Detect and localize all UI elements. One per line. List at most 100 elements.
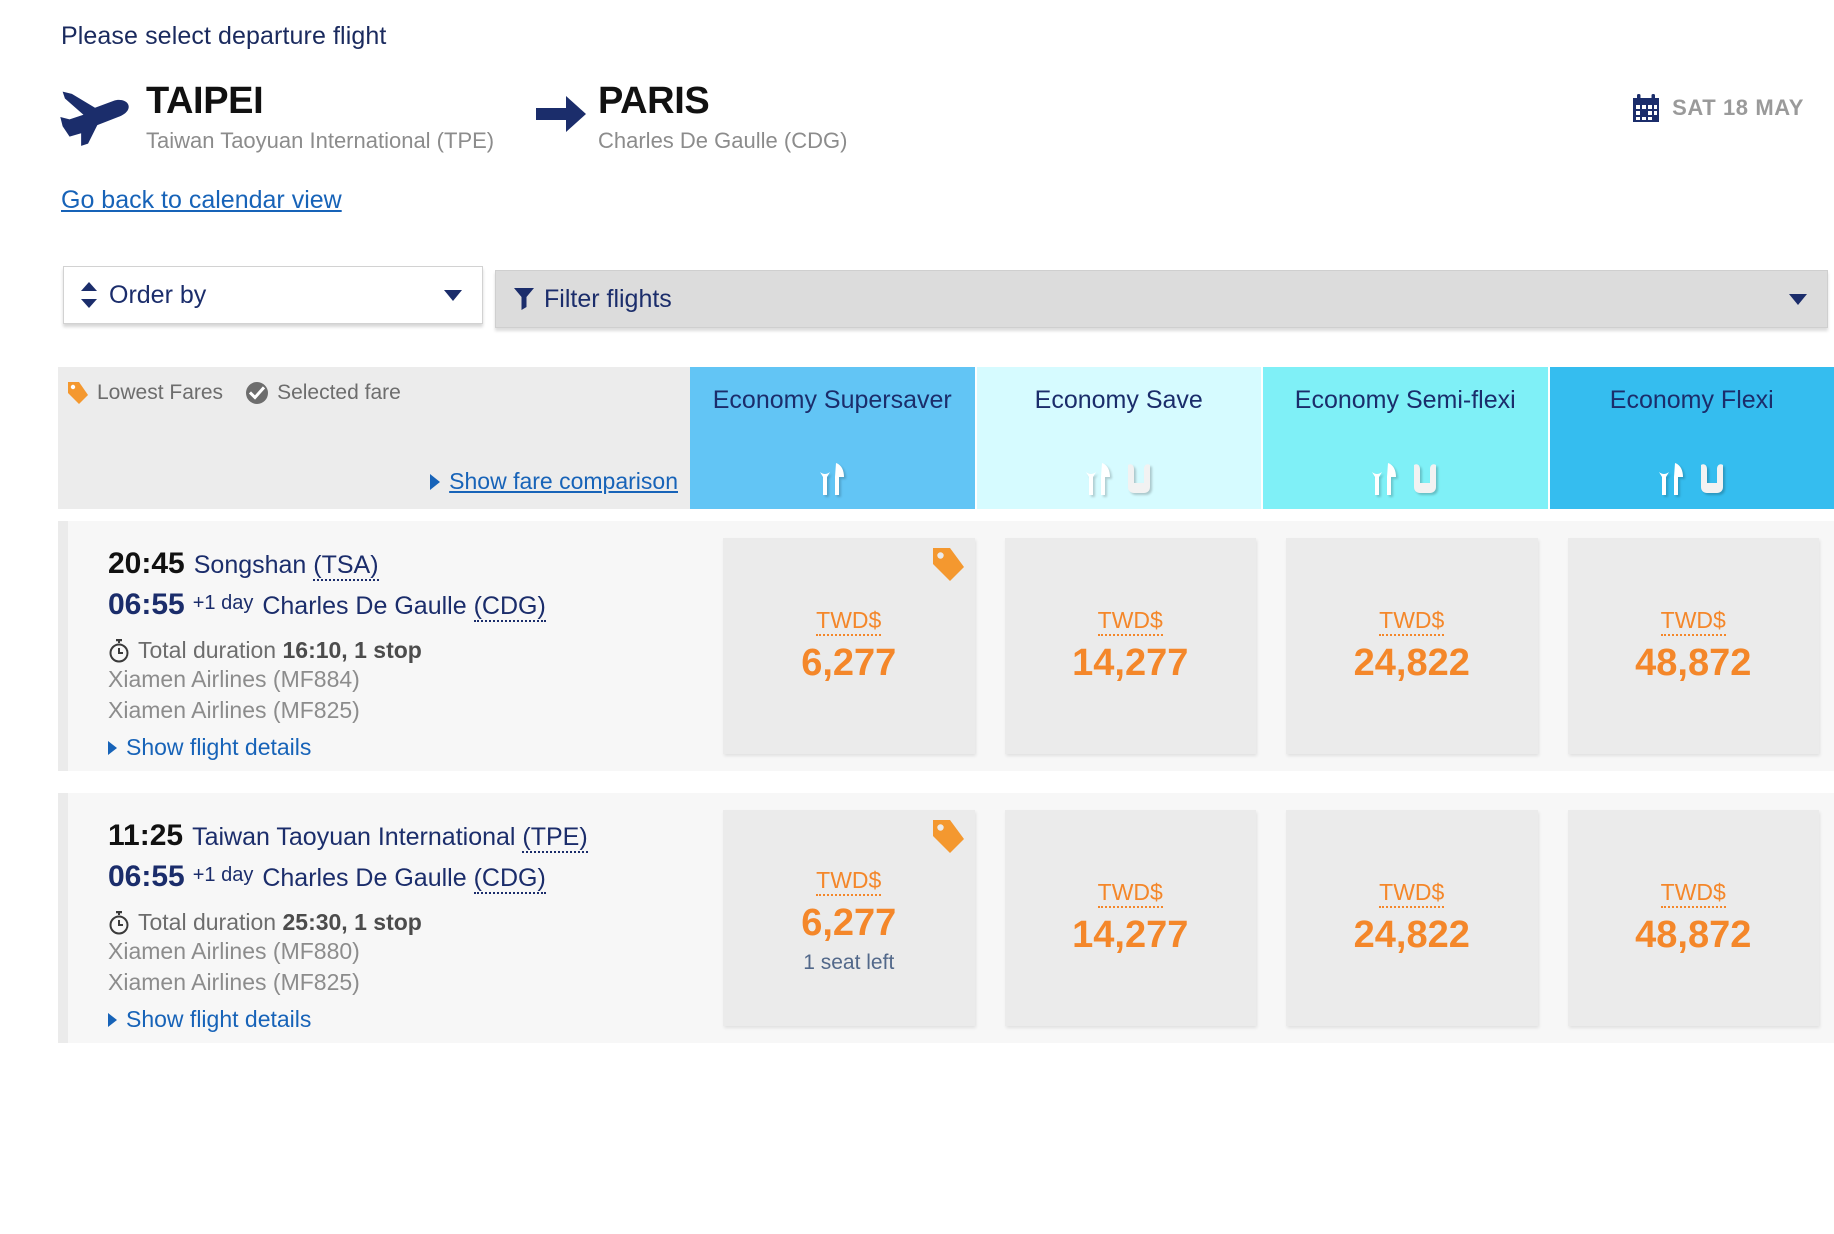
- destination-block: PARIS Charles De Gaulle (CDG): [598, 78, 847, 156]
- arrow-right-icon: [536, 94, 588, 134]
- carrier-line: Xiamen Airlines (MF825): [108, 969, 360, 995]
- fare-column-icons: [977, 463, 1262, 495]
- fare-column-icons: [690, 463, 975, 495]
- price-tag-icon: [931, 546, 965, 582]
- meal-icon: [1658, 463, 1684, 495]
- fare-price-cell-4[interactable]: TWD$ 48,872: [1567, 538, 1819, 754]
- seats-left-note: 1 seat left: [803, 951, 895, 974]
- origin-block: TAIPEI Taiwan Taoyuan International (TPE…: [146, 78, 494, 156]
- triangle-right-icon: [430, 473, 441, 490]
- travel-date: SAT 18 MAY: [1633, 94, 1804, 122]
- carrier-line: Xiamen Airlines (MF880): [108, 938, 360, 964]
- chevron-down-icon: [444, 289, 462, 301]
- duration-line: Total duration 16:10, 1 stop: [108, 637, 546, 664]
- price-amount: 48,872: [1635, 913, 1752, 956]
- departure-airport-code: (TSA): [313, 551, 379, 581]
- flight-info: 11:25 Taiwan Taoyuan International (TPE) 0…: [108, 815, 588, 1033]
- price-currency: TWD$: [1660, 878, 1726, 908]
- fare-price-cell-3[interactable]: TWD$ 24,822: [1286, 538, 1538, 754]
- fare-column-1[interactable]: Economy Supersaver: [690, 367, 975, 509]
- fare-column-title: Economy Semi-flexi: [1294, 386, 1516, 414]
- route-header: TAIPEI Taiwan Taoyuan International (TPE…: [58, 78, 1814, 168]
- destination-airport: Charles De Gaulle (CDG): [598, 128, 848, 153]
- fare-column-icons: [1550, 463, 1834, 495]
- fare-price-cell-1[interactable]: TWD$ 6,277 1 seat left: [723, 810, 975, 1026]
- departure-time: 11:25: [108, 819, 184, 852]
- back-to-calendar-link[interactable]: Go back to calendar view: [61, 186, 342, 215]
- filter-flights-label: Filter flights: [544, 284, 672, 313]
- price-amount: 48,872: [1635, 641, 1752, 684]
- legend-lowest-fares-label: Lowest Fares: [97, 381, 224, 404]
- price-amount: 24,822: [1353, 641, 1470, 684]
- fare-price-cell-4[interactable]: TWD$ 48,872: [1567, 810, 1819, 1026]
- fare-column-3[interactable]: Economy Semi-flexi: [1261, 367, 1548, 509]
- funnel-icon: [514, 288, 534, 310]
- price-currency: TWD$: [816, 606, 882, 636]
- fare-column-title: Economy Flexi: [1609, 386, 1774, 414]
- meal-icon: [1085, 463, 1111, 495]
- stopwatch-icon: [108, 910, 130, 935]
- price-currency: TWD$: [1660, 606, 1726, 636]
- price-currency: TWD$: [1379, 878, 1445, 908]
- show-flight-details-label: Show flight details: [126, 734, 312, 760]
- price-currency: TWD$: [1097, 606, 1163, 636]
- flight-row: 20:45 Songshan (TSA) 06:55 +1 day Charles De…: [58, 521, 1834, 771]
- fare-price-strip: TWD$ 6,277 1 seat left TWD$ 14,277 TWD$ 24,822…: [708, 793, 1834, 1043]
- price-currency: TWD$: [1379, 606, 1445, 636]
- departure-time: 20:45: [108, 547, 185, 580]
- destination-city: PARIS: [598, 80, 710, 122]
- arrival-airport-code: (CDG): [473, 864, 546, 894]
- fare-column-title: Economy Supersaver: [712, 386, 952, 414]
- arrival-airport: Charles De Gaulle (CDG): [262, 864, 546, 894]
- fare-legend: Lowest Fares Selected fare: [67, 381, 401, 405]
- triangle-right-icon: [108, 1012, 117, 1027]
- sort-updown-icon: [80, 282, 98, 308]
- arrival-leg: 06:55 +1 day Charles De Gaulle (CDG): [108, 584, 546, 625]
- flight-row: 11:25 Taiwan Taoyuan International (TPE) 0…: [58, 793, 1834, 1043]
- price-amount: 24,822: [1353, 913, 1470, 956]
- order-by-dropdown[interactable]: Order by: [63, 266, 483, 324]
- show-fare-comparison-link[interactable]: Show fare comparison: [430, 468, 678, 495]
- origin-city: TAIPEI: [146, 80, 264, 122]
- legend-selected-fare-label: Selected fare: [277, 381, 401, 404]
- fare-column-2[interactable]: Economy Save: [974, 367, 1262, 509]
- duration-line: Total duration 25:30, 1 stop: [108, 909, 588, 936]
- duration-text: Total duration 16:10, 1 stop: [138, 637, 422, 663]
- fare-price-cell-3[interactable]: TWD$ 24,822: [1286, 810, 1538, 1026]
- origin-airport: Taiwan Taoyuan International (TPE): [146, 128, 495, 153]
- show-flight-details-link[interactable]: Show flight details: [108, 1006, 588, 1033]
- price-tag-icon: [931, 818, 965, 854]
- fare-price-cell-2[interactable]: TWD$ 14,277: [1004, 810, 1256, 1026]
- fare-column-icons: [1263, 463, 1548, 495]
- show-flight-details-label: Show flight details: [126, 1006, 312, 1032]
- stopwatch-icon: [108, 638, 130, 663]
- price-currency: TWD$: [816, 866, 882, 896]
- fare-price-strip: TWD$ 6,277 TWD$ 14,277 TWD$ 24,822 TWD$ 48,872: [708, 521, 1834, 771]
- show-flight-details-link[interactable]: Show flight details: [108, 734, 546, 761]
- page-title: Please select departure flight: [61, 22, 387, 50]
- filter-flights-dropdown[interactable]: Filter flights: [495, 270, 1828, 328]
- legend-lowest-fares: Lowest Fares: [67, 381, 223, 405]
- controls-row: Order by Filter flights: [0, 262, 1834, 334]
- price-amount: 14,277: [1072, 641, 1189, 684]
- departure-leg: 11:25 Taiwan Taoyuan International (TPE): [108, 815, 588, 856]
- arrival-time: 06:55: [108, 860, 185, 893]
- triangle-right-icon: [108, 740, 117, 755]
- carrier-line: Xiamen Airlines (MF825): [108, 697, 360, 723]
- chevron-down-icon: [1789, 293, 1807, 305]
- fare-column-4[interactable]: Economy Flexi: [1547, 367, 1834, 509]
- check-circle-icon: [245, 381, 269, 405]
- price-amount: 6,277: [801, 902, 897, 944]
- price-amount: 14,277: [1072, 913, 1189, 956]
- arrival-time: 06:55: [108, 588, 185, 621]
- fare-price-cell-2[interactable]: TWD$ 14,277: [1004, 538, 1256, 754]
- fare-column-title: Economy Save: [1034, 386, 1203, 414]
- price-tag-icon: [67, 381, 89, 405]
- carrier-line: Xiamen Airlines (MF884): [108, 666, 360, 692]
- order-by-label: Order by: [109, 280, 207, 309]
- arrival-airport: Charles De Gaulle (CDG): [262, 592, 546, 622]
- fare-price-cell-1[interactable]: TWD$ 6,277: [723, 538, 975, 754]
- date-text: SAT 18 MAY: [1672, 95, 1804, 120]
- fare-legend-cell: Lowest Fares Selected fare Show fare com…: [58, 367, 690, 509]
- departure-airport: Taiwan Taoyuan International (TPE): [192, 823, 588, 853]
